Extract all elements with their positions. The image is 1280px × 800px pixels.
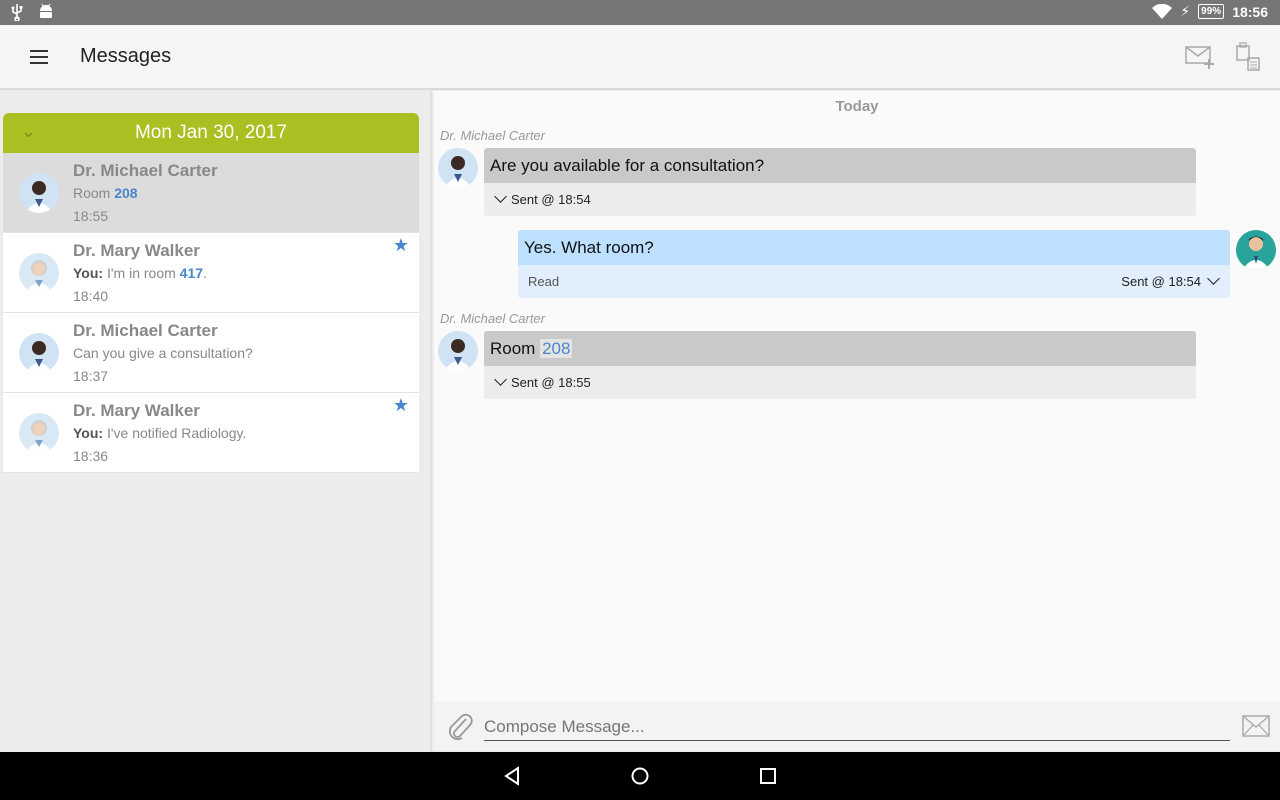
system-nav-bar: [0, 752, 1280, 800]
incoming-message[interactable]: Are you available for a consultation? Se…: [484, 148, 1196, 216]
android-icon: [40, 3, 52, 18]
message-text: Room 208: [484, 331, 1196, 366]
conversation-item[interactable]: Dr. Michael Carter Room 208 18:55: [3, 153, 419, 233]
read-status: Read: [528, 274, 560, 289]
charging-icon: ⚡: [1180, 3, 1191, 19]
message-text: Yes. What room?: [518, 230, 1230, 265]
message-preview: Room 208: [73, 185, 138, 201]
you-prefix: You:: [73, 425, 104, 441]
conversation-list: ⌄ Mon Jan 30, 2017 Dr. Michael Carter Ro…: [0, 91, 432, 751]
contact-name: Dr. Mary Walker: [73, 401, 200, 420]
manage-lists-icon[interactable]: [1234, 41, 1268, 75]
avatar-male-doctor: [19, 173, 59, 213]
conversation-item[interactable]: Dr. Mary Walker You: I'm in room 417. 18…: [3, 233, 419, 313]
day-separator: Today: [835, 98, 879, 115]
avatar-self: [1236, 230, 1276, 270]
clock: 18:56: [1232, 3, 1268, 20]
preview-suffix: .: [203, 265, 207, 281]
preview-text: I've notified Radiology.: [103, 425, 247, 441]
message-text-prefix: Room: [490, 339, 541, 358]
sender-name: Dr. Michael Carter: [440, 128, 545, 143]
message-preview: Can you give a consultation?: [73, 345, 253, 361]
message-preview: You: I'm in room 417.: [73, 265, 207, 281]
compose-bar: [434, 701, 1280, 751]
conversation-item[interactable]: Dr. Mary Walker You: I've notified Radio…: [3, 393, 419, 473]
status-bar: ⚡ 99% 18:56: [0, 0, 1280, 25]
recents-icon[interactable]: [756, 764, 780, 788]
back-icon[interactable]: [500, 764, 524, 788]
sent-time: Sent @ 18:54: [511, 192, 591, 207]
message-text: Are you available for a consultation?: [484, 148, 1196, 183]
contact-name: Dr. Michael Carter: [73, 321, 218, 340]
chevron-down-icon[interactable]: [494, 373, 507, 386]
new-message-icon[interactable]: [1184, 41, 1218, 75]
home-icon[interactable]: [628, 764, 652, 788]
message-footer[interactable]: Sent @ 18:54: [484, 183, 1196, 216]
sender-name: Dr. Michael Carter: [440, 311, 545, 326]
incoming-message[interactable]: Room 208 Sent @ 18:55: [484, 331, 1196, 399]
timestamp: 18:37: [73, 368, 109, 384]
contact-name: Dr. Mary Walker: [73, 241, 200, 260]
battery-indicator: 99%: [1198, 4, 1225, 19]
page-title: Messages: [80, 45, 172, 67]
star-icon[interactable]: ★: [393, 395, 409, 416]
wifi-icon: [1152, 3, 1173, 19]
star-icon[interactable]: ★: [393, 235, 409, 256]
usb-icon: [11, 4, 23, 21]
menu-icon[interactable]: [28, 47, 52, 67]
attachment-icon[interactable]: [446, 711, 474, 741]
avatar-female-doctor: [19, 413, 59, 453]
app-bar: Messages: [0, 25, 1280, 90]
room-number[interactable]: 417: [180, 265, 203, 281]
timestamp: 18:40: [73, 288, 109, 304]
chevron-down-icon[interactable]: [494, 190, 507, 203]
chevron-down-icon[interactable]: [1207, 272, 1220, 285]
preview-text: Room: [73, 185, 115, 201]
timestamp: 18:55: [73, 208, 109, 224]
message-footer[interactable]: Sent @ 18:55: [484, 366, 1196, 399]
timestamp: 18:36: [73, 448, 109, 464]
preview-text: I'm in room: [103, 265, 180, 281]
avatar-male-doctor: [438, 148, 478, 188]
contact-name: Dr. Michael Carter: [73, 161, 218, 180]
avatar-female-doctor: [19, 253, 59, 293]
sent-time: Sent @ 18:54: [1121, 274, 1201, 289]
you-prefix: You:: [73, 265, 104, 281]
date-group-header[interactable]: ⌄ Mon Jan 30, 2017: [3, 113, 419, 153]
avatar-male-doctor: [19, 333, 59, 373]
message-footer[interactable]: Read Sent @ 18:54: [518, 265, 1230, 298]
sent-time: Sent @ 18:55: [511, 375, 591, 390]
compose-input[interactable]: [484, 713, 1230, 741]
date-group-label: Mon Jan 30, 2017: [134, 122, 288, 143]
outgoing-message[interactable]: Yes. What room? Read Sent @ 18:54: [518, 230, 1230, 298]
conversation-item[interactable]: Dr. Michael Carter Can you give a consul…: [3, 313, 419, 393]
send-icon[interactable]: [1242, 714, 1270, 738]
message-preview: You: I've notified Radiology.: [73, 425, 246, 441]
avatar-male-doctor: [438, 331, 478, 371]
message-thread: Today Dr. Michael Carter Are you availab…: [434, 91, 1280, 701]
room-number[interactable]: 208: [540, 339, 573, 358]
room-number[interactable]: 208: [114, 185, 137, 201]
